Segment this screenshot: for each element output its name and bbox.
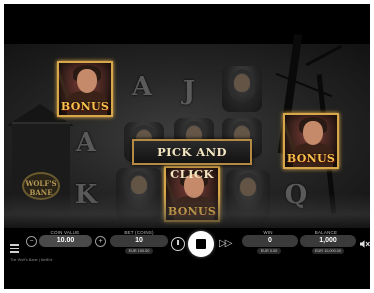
tree-silhouette (305, 44, 343, 67)
symbol-a: A (131, 72, 153, 102)
bet-display[interactable]: 10 (110, 235, 168, 247)
bonus-label: BONUS (286, 152, 336, 165)
stop-icon (196, 239, 206, 249)
coin-value-plus-button[interactable]: + (95, 236, 106, 247)
win-display: 0 (242, 235, 298, 247)
bonus-symbol[interactable]: BONUS (283, 113, 339, 169)
bonus-symbol[interactable]: BONUS (57, 61, 113, 117)
control-bar: COIN VALUE − 10.00 + BET (COINS) 10 EUR … (4, 228, 370, 289)
double-play-icon[interactable]: ▷▷ (219, 238, 233, 250)
balance-display: 1,000 (300, 235, 356, 247)
reel-area[interactable]: WOLF'S BANE A J A K Q BONUS BONUS BONUS … (4, 34, 370, 228)
autoplay-icon[interactable] (171, 237, 185, 251)
balance-currency: EUR 10,000.00 (312, 248, 344, 254)
symbol-j: J (182, 76, 196, 106)
game-window: WOLF'S BANE A J A K Q BONUS BONUS BONUS … (4, 4, 370, 289)
coin-value-minus-button[interactable]: − (26, 236, 37, 247)
win-currency: EUR 0.00 (257, 248, 281, 254)
fog-overlay (4, 194, 370, 228)
character-symbol (222, 66, 262, 112)
coin-value-display: 10.00 (39, 235, 92, 247)
spin-stop-button[interactable] (188, 231, 214, 257)
game-footer: The Wolf's Bane | NetEnt (10, 258, 53, 262)
menu-icon[interactable] (10, 244, 19, 253)
muted-speaker-icon[interactable] (360, 239, 370, 249)
bonus-label: BONUS (60, 100, 110, 113)
pick-and-click-banner: PICK AND CLICK (132, 139, 252, 181)
symbol-a: A (75, 128, 97, 158)
tree-silhouette (275, 72, 333, 98)
bet-currency: EUR 100.00 (125, 248, 153, 254)
